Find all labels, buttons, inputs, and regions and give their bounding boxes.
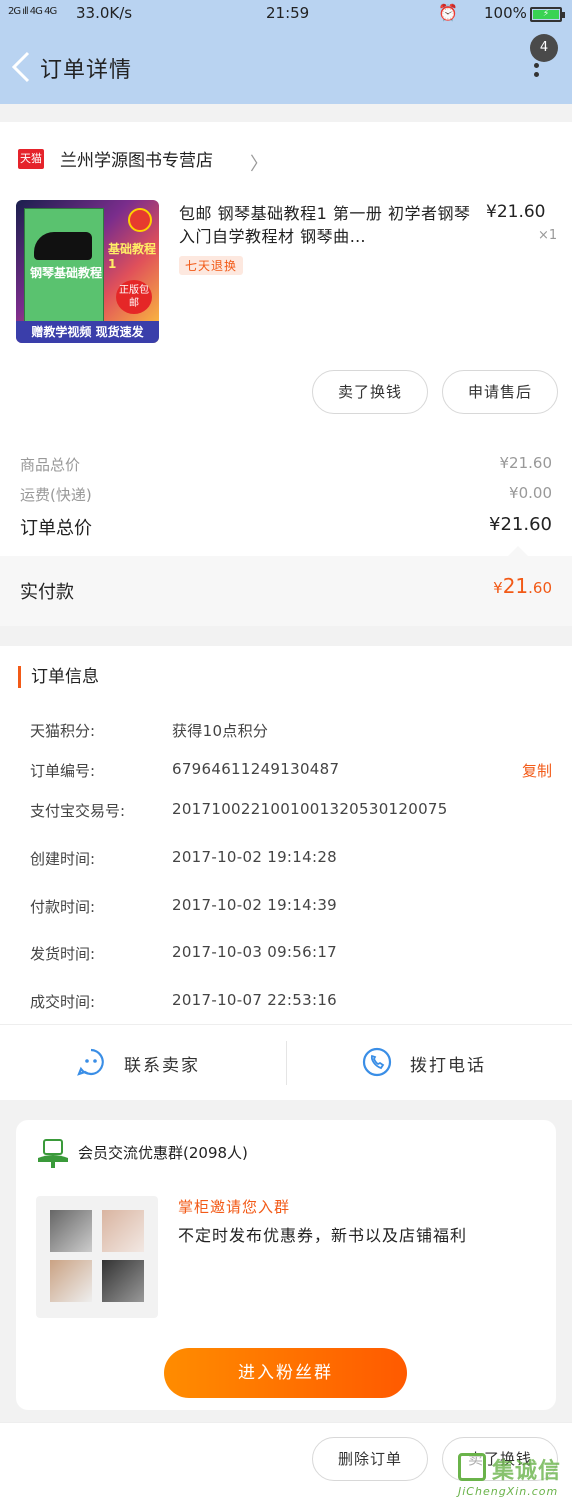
info-value: 2017-10-02 19:14:39	[172, 896, 338, 914]
watermark-en: JiChengXin.com	[458, 1485, 559, 1498]
contact-seller-label: 联系卖家	[124, 1056, 200, 1076]
network-speed: 33.0K/s	[76, 4, 133, 22]
avatar	[50, 1260, 92, 1302]
contact-seller-button[interactable]: 联系卖家	[0, 1025, 286, 1101]
order-product-card: 天猫 兰州学源图书专营店 〉 钢琴基础教程 基础教程1 正版包邮 赠教学视频 现…	[0, 122, 572, 626]
book-title-text: 钢琴基础教程	[30, 266, 103, 280]
order-number: 67964611249130487	[172, 760, 340, 778]
call-phone-label: 拨打电话	[410, 1056, 486, 1076]
promo-strip: 赠教学视频 现货速发	[16, 321, 159, 343]
title-bar: 订单详情 4	[0, 28, 572, 104]
info-value: 2017-10-07 22:53:16	[172, 991, 338, 1009]
group-icon	[38, 1139, 68, 1168]
info-key: 天猫积分:	[30, 722, 96, 740]
shop-name[interactable]: 兰州学源图书专营店	[60, 146, 213, 171]
watermark-logo-icon	[458, 1453, 486, 1481]
site-watermark: 集诚信 JiChengXin.com	[454, 1453, 570, 1499]
after-sale-button[interactable]: 申请售后	[442, 370, 558, 414]
product-quantity: ×1	[538, 228, 558, 243]
info-key: 支付宝交易号:	[30, 802, 126, 820]
product-image[interactable]: 钢琴基础教程 基础教程1 正版包邮 赠教学视频 现货速发	[16, 200, 159, 343]
group-section: 会员交流优惠群(2098人) 掌柜邀请您入群 不定时发布优惠券，新书以及店铺福利…	[0, 1100, 572, 1422]
status-bar: 2G ıll 4G 4G 33.0K/s 21:59 ⏰ 100% ⚡	[0, 0, 572, 28]
watermark-cn: 集诚信	[492, 1459, 562, 1484]
order-info-heading: 订单信息	[18, 666, 99, 688]
delete-order-button[interactable]: 删除订单	[312, 1437, 428, 1481]
battery-icon: ⚡	[530, 7, 565, 22]
alarm-icon: ⏰	[438, 3, 458, 22]
order-total-label: 订单总价	[20, 518, 92, 539]
tmall-logo: 天猫	[18, 149, 44, 169]
return-policy-tag: 七天退换	[179, 256, 244, 275]
group-avatars	[36, 1196, 158, 1318]
paid-label: 实付款	[20, 582, 74, 603]
genuine-badge: 正版包邮	[116, 280, 152, 314]
info-key: 付款时间:	[30, 898, 96, 916]
chat-icon	[77, 1048, 104, 1076]
join-fan-group-button[interactable]: 进入粉丝群	[164, 1348, 407, 1398]
back-arrow-icon[interactable]	[10, 50, 32, 84]
paid-amount-row: 实付款 ¥21.60	[0, 546, 572, 626]
clock: 21:59	[266, 4, 310, 22]
avatar	[102, 1210, 144, 1252]
phone-icon	[362, 1047, 392, 1077]
order-info-card: 订单信息 天猫积分: 获得10点积分 订单编号: 679646112491304…	[0, 646, 572, 1100]
paid-value: ¥21.60	[493, 574, 552, 598]
signal-indicator: 2G ıll 4G 4G	[8, 6, 57, 17]
sell-for-cash-button[interactable]: 卖了换钱	[312, 370, 428, 414]
bottom-action-bar: 删除订单 卖了换钱 集诚信 JiChengXin.com	[0, 1422, 572, 1500]
page-title: 订单详情	[40, 58, 133, 83]
info-value: 获得10点积分	[172, 722, 269, 740]
notification-badge[interactable]: 4	[530, 34, 558, 62]
piano-icon	[34, 232, 92, 260]
book-subtitle-text: 基础教程1	[108, 242, 157, 271]
info-key: 创建时间:	[30, 850, 96, 868]
info-value: 2017-10-02 19:14:28	[172, 848, 338, 866]
battery-percent: 100%	[484, 4, 527, 22]
seal-icon	[128, 208, 152, 232]
contact-bar: 联系卖家 拨打电话	[0, 1024, 572, 1100]
info-key: 发货时间:	[30, 945, 96, 963]
shipping-value: ¥0.00	[509, 484, 552, 502]
invite-text: 掌柜邀请您入群	[178, 1198, 291, 1216]
call-phone-button[interactable]: 拨打电话	[286, 1025, 572, 1101]
chevron-right-icon: 〉	[250, 154, 268, 175]
fan-group-card: 会员交流优惠群(2098人) 掌柜邀请您入群 不定时发布优惠券，新书以及店铺福利…	[16, 1120, 556, 1410]
goods-total-value: ¥21.60	[499, 454, 553, 472]
info-value: 2017-10-03 09:56:17	[172, 943, 338, 961]
order-total-value: ¥21.60	[489, 514, 552, 535]
group-description: 不定时发布优惠券，新书以及店铺福利	[178, 1226, 468, 1245]
avatar	[50, 1210, 92, 1252]
info-key: 订单编号:	[30, 762, 96, 780]
product-title[interactable]: 包邮 钢琴基础教程1 第一册 初学者钢琴入门自学教程材 钢琴曲…	[179, 202, 475, 248]
product-price: ¥21.60	[486, 202, 546, 222]
info-key: 成交时间:	[30, 993, 96, 1011]
goods-total-label: 商品总价	[20, 456, 81, 474]
group-name: 会员交流优惠群(2098人)	[78, 1144, 248, 1162]
shipping-label: 运费(快递)	[20, 486, 92, 504]
copy-button[interactable]: 复制	[522, 760, 552, 781]
avatar	[102, 1260, 144, 1302]
info-value: 2017100221001001320530120075	[172, 800, 448, 818]
